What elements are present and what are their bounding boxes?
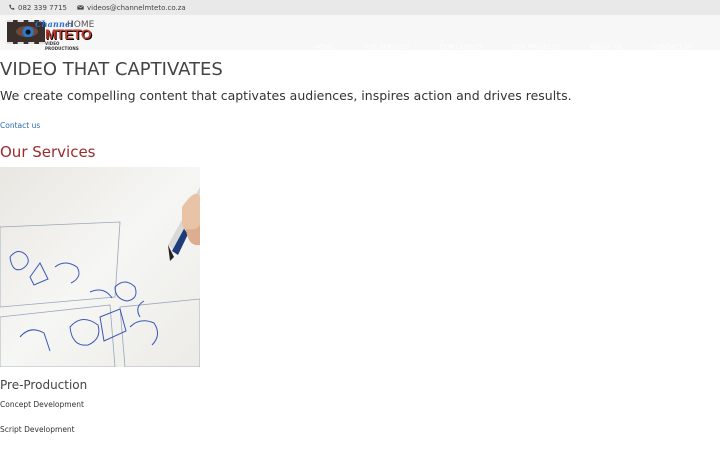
- site-logo[interactable]: Channel MTETO VIDEO PRODUCTIONS HOME: [7, 19, 95, 51]
- main-nav: HOME OUR SERVICES OUR CLIENTS OUR PROJEC…: [299, 30, 708, 65]
- nav-our-services[interactable]: OUR SERVICES: [348, 44, 425, 51]
- nav-contact-us[interactable]: CONTACT US: [637, 44, 708, 51]
- nav-our-projects[interactable]: OUR PROJECTS: [498, 44, 575, 51]
- hero-subtitle: We create compelling content that captiv…: [0, 88, 572, 103]
- hero-title: VIDEO THAT CAPTIVATES: [0, 59, 223, 80]
- envelope-icon: [77, 4, 84, 11]
- site-header: Channel MTETO VIDEO PRODUCTIONS HOME HOM…: [0, 15, 720, 51]
- top-contact-bar: 082 339 7715 videos@channelmteto.co.za: [0, 0, 720, 15]
- logo-overlay-text: HOME: [67, 20, 95, 30]
- storyboard-sketch-image: [0, 167, 200, 367]
- service-item: Concept Development: [0, 400, 84, 409]
- email-contact[interactable]: videos@channelmteto.co.za: [77, 4, 186, 12]
- phone-icon: [8, 4, 15, 11]
- phone-number: 082 339 7715: [18, 3, 67, 12]
- services-heading: Our Services: [0, 143, 96, 161]
- email-address: videos@channelmteto.co.za: [87, 3, 186, 12]
- nav-our-clients[interactable]: OUR CLIENTS: [425, 44, 497, 51]
- phone-contact[interactable]: 082 339 7715: [8, 4, 67, 12]
- logo-brand-sub: VIDEO PRODUCTIONS: [45, 41, 79, 51]
- nav-home[interactable]: HOME: [299, 44, 348, 51]
- contact-us-link[interactable]: Contact us: [0, 121, 40, 130]
- nav-about-us[interactable]: ABOUT US: [575, 44, 638, 51]
- service-card-title: Pre-Production: [0, 378, 88, 392]
- service-item: Script Development: [0, 425, 75, 434]
